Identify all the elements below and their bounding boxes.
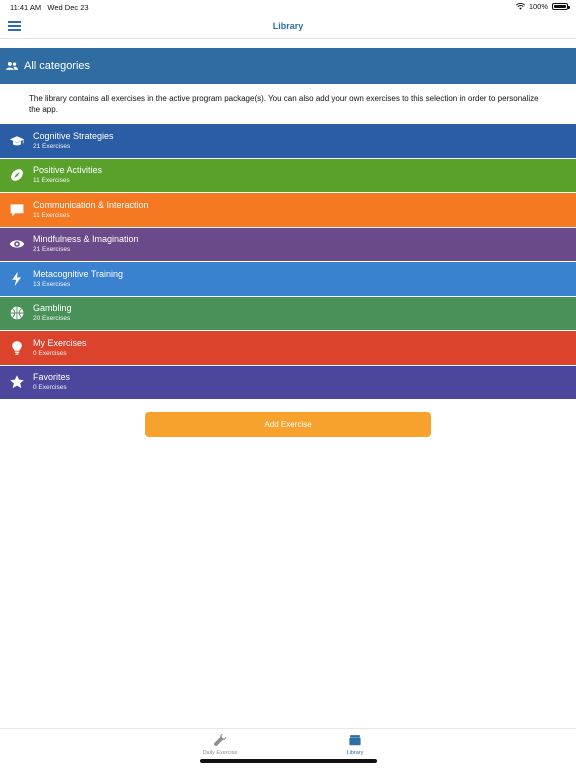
category-count: 21 Exercises xyxy=(33,246,71,254)
basketball-icon xyxy=(10,306,23,320)
category-count: 11 Exercises xyxy=(33,211,70,219)
battery-percent: 100% xyxy=(528,2,548,11)
category-title: Communication & Interaction xyxy=(33,199,149,210)
tab-library[interactable]: Library xyxy=(315,733,395,756)
all-categories-label: All categories xyxy=(24,60,91,72)
tab-label: Library xyxy=(346,750,364,756)
library-description: The library contains all exercises in th… xyxy=(29,94,539,114)
all-categories-header: All categories xyxy=(0,48,576,84)
add-exercise-button[interactable]: Add Exercise xyxy=(145,412,431,437)
category-my-exercises[interactable]: My Exercises 0 Exercises xyxy=(0,331,576,365)
category-title: Mindfulness & Imagination xyxy=(33,234,139,245)
category-list: Cognitive Strategies 21 Exercises Positi… xyxy=(0,124,576,400)
category-favorites[interactable]: Favorites 0 Exercises xyxy=(0,365,576,399)
category-count: 0 Exercises xyxy=(33,349,67,357)
category-title: Gambling xyxy=(33,303,72,314)
tab-label: Daily Exercise xyxy=(202,750,238,756)
category-count: 11 Exercises xyxy=(33,177,70,185)
navigation-bar: Library xyxy=(0,14,576,39)
users-icon xyxy=(6,61,18,70)
home-indicator xyxy=(200,759,377,763)
lightning-icon xyxy=(11,271,21,286)
wifi-icon xyxy=(515,3,525,10)
status-time: 11:41 AM Wed Dec 23 xyxy=(10,3,89,12)
tab-daily-exercise[interactable]: Daily Exercise xyxy=(180,733,260,756)
category-count: 21 Exercises xyxy=(33,142,71,150)
page-title: Library xyxy=(272,21,304,31)
category-count: 13 Exercises xyxy=(33,280,71,288)
eye-icon xyxy=(9,240,24,248)
category-title: Cognitive Strategies xyxy=(33,130,114,141)
category-cognitive-strategies[interactable]: Cognitive Strategies 21 Exercises xyxy=(0,124,576,158)
football-icon xyxy=(10,169,23,182)
category-count: 0 Exercises xyxy=(33,384,67,392)
category-title: Metacognitive Training xyxy=(33,268,124,279)
graduation-cap-icon xyxy=(9,135,24,146)
archive-box-icon xyxy=(349,735,361,746)
star-icon xyxy=(9,375,24,389)
category-title: My Exercises xyxy=(33,337,87,348)
category-communication-interaction[interactable]: Communication & Interaction 11 Exercises xyxy=(0,193,576,227)
speech-bubble-icon xyxy=(10,204,23,217)
lightbulb-icon xyxy=(11,340,22,355)
category-mindfulness-imagination[interactable]: Mindfulness & Imagination 21 Exercises xyxy=(0,227,576,261)
category-positive-activities[interactable]: Positive Activities 11 Exercises xyxy=(0,158,576,192)
battery-icon xyxy=(552,3,570,10)
category-title: Favorites xyxy=(33,372,71,383)
category-gambling[interactable]: Gambling 20 Exercises xyxy=(0,296,576,330)
status-right: 100% xyxy=(515,2,570,11)
category-count: 20 Exercises xyxy=(33,315,71,323)
status-bar: 11:41 AM Wed Dec 23 100% xyxy=(0,0,576,14)
wrench-icon xyxy=(213,734,226,747)
category-metacognitive-training[interactable]: Metacognitive Training 13 Exercises xyxy=(0,262,576,296)
category-title: Positive Activities xyxy=(33,165,103,176)
